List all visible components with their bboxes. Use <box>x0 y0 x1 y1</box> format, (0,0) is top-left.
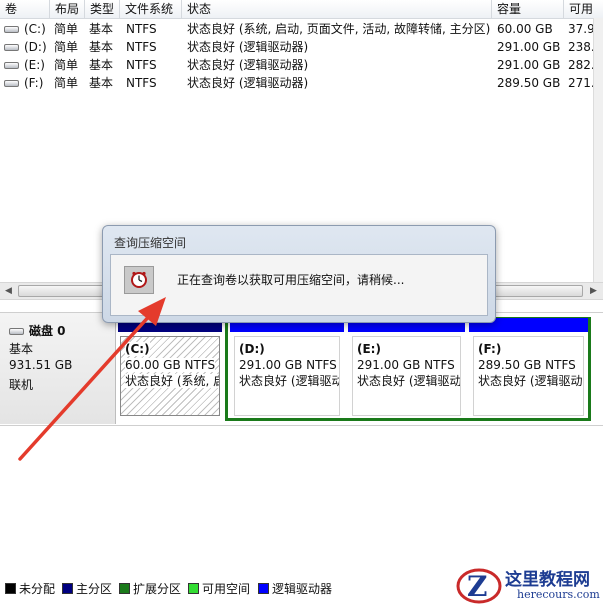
dialog-message: 正在查询卷以获取可用压缩空间，请稍候... <box>177 273 405 287</box>
legend-item-free-space: 可用空间 <box>188 580 250 598</box>
volume-cell: (D:) <box>4 38 50 56</box>
free-cell: 271.1 <box>568 76 594 90</box>
partition-body: (D:) 291.00 GB NTFS 状态良好 (逻辑驱动 <box>234 336 340 416</box>
volume-name: (F:) <box>24 76 44 90</box>
disk-name: 磁盘 0 <box>9 322 66 339</box>
dialog-content: 正在查询卷以获取可用压缩空间，请稍候... <box>110 254 488 316</box>
status-cell: 状态良好 (逻辑驱动器) <box>187 40 309 54</box>
volume-name: (C:) <box>24 22 46 36</box>
table-row[interactable]: (C:) 简单 基本 NTFS 状态良好 (系统, 启动, 页面文件, 活动, … <box>0 20 603 38</box>
legend-swatch <box>258 583 269 594</box>
legend-item-primary: 主分区 <box>62 580 112 598</box>
partition-e[interactable]: (E:) 291.00 GB NTFS 状态良好 (逻辑驱动 <box>348 318 465 420</box>
volume-name: (D:) <box>24 40 47 54</box>
column-header-type[interactable]: 类型 <box>85 0 120 18</box>
layout-cell: 简单 <box>54 40 79 54</box>
filesystem-cell: NTFS <box>126 40 157 54</box>
filesystem-cell: NTFS <box>126 76 157 90</box>
partition-label: (D:) <box>239 342 265 356</box>
volume-cell: (F:) <box>4 74 50 92</box>
disk-name-label: 磁盘 0 <box>29 324 66 338</box>
type-cell: 基本 <box>89 22 114 36</box>
partition-body: (F:) 289.50 GB NTFS 状态良好 (逻辑驱动 <box>473 336 584 416</box>
volume-name: (E:) <box>24 58 45 72</box>
partition-f[interactable]: (F:) 289.50 GB NTFS 状态良好 (逻辑驱动 <box>469 318 588 420</box>
partition-label: (E:) <box>357 342 381 356</box>
disk-graphical-view: 磁盘 0 基本 931.51 GB 联机 (C:) 60.00 GB NTFS … <box>0 300 603 580</box>
partition-body: (E:) 291.00 GB NTFS 状态良好 (逻辑驱动 <box>352 336 461 416</box>
volume-cell: (E:) <box>4 56 50 74</box>
disk-state: 联机 <box>9 378 34 392</box>
type-cell: 基本 <box>89 76 114 90</box>
dialog-title: 查询压缩空间 <box>114 236 187 250</box>
partition-label: (F:) <box>478 342 502 356</box>
free-cell: 238.8 <box>568 40 594 54</box>
partition-size: 60.00 GB NTFS <box>125 358 216 372</box>
type-cell: 基本 <box>89 58 114 72</box>
filesystem-cell: NTFS <box>126 22 157 36</box>
capacity-cell: 291.00 GB <box>497 58 561 72</box>
disk-info-panel[interactable]: 磁盘 0 基本 931.51 GB 联机 <box>0 313 116 424</box>
legend-swatch <box>119 583 130 594</box>
partition-status: 状态良好 (逻辑驱动 <box>478 374 583 388</box>
status-cell: 状态良好 (逻辑驱动器) <box>187 76 309 90</box>
svg-text:Z: Z <box>467 570 487 603</box>
volume-list-header: 卷 布局 类型 文件系统 状态 容量 可用 <box>0 0 603 19</box>
vertical-scrollbar[interactable] <box>593 18 603 282</box>
watermark-title: 这里教程网 <box>505 570 590 590</box>
column-header-capacity[interactable]: 容量 <box>492 0 564 18</box>
free-cell: 282.4 <box>568 58 594 72</box>
layout-cell: 简单 <box>54 76 79 90</box>
partition-status: 状态良好 (逻辑驱动 <box>239 374 340 388</box>
status-cell: 状态良好 (系统, 启动, 页面文件, 活动, 故障转储, 主分区) <box>187 22 491 36</box>
partition-size: 289.50 GB NTFS <box>478 358 576 372</box>
column-header-volume[interactable]: 卷 <box>0 0 50 18</box>
partition-size: 291.00 GB NTFS <box>357 358 455 372</box>
type-cell: 基本 <box>89 40 114 54</box>
capacity-cell: 289.50 GB <box>497 76 561 90</box>
column-header-filesystem[interactable]: 文件系统 <box>120 0 182 18</box>
capacity-cell: 60.00 GB <box>497 22 553 36</box>
legend-swatch <box>5 583 16 594</box>
disk-type: 基本 <box>9 342 34 356</box>
capacity-cell: 291.00 GB <box>497 40 561 54</box>
volume-drive-icon <box>4 44 19 51</box>
partition-size: 291.00 GB NTFS <box>239 358 337 372</box>
site-watermark: Z 这里教程网 herecours.com <box>455 565 603 606</box>
column-header-layout[interactable]: 布局 <box>50 0 85 18</box>
volume-drive-icon <box>4 62 19 69</box>
filesystem-cell: NTFS <box>126 58 157 72</box>
volume-drive-icon <box>4 26 19 33</box>
site-logo-icon: Z <box>456 568 502 604</box>
table-row[interactable]: (F:) 简单 基本 NTFS 状态良好 (逻辑驱动器) 289.50 GB 2… <box>0 74 603 92</box>
volume-cell: (C:) <box>4 20 50 38</box>
volume-drive-icon <box>4 80 19 87</box>
partition-body: (C:) 60.00 GB NTFS 状态良好 (系统, 启 <box>120 336 220 416</box>
partition-label: (C:) <box>125 342 150 356</box>
layout-cell: 简单 <box>54 58 79 72</box>
scroll-left-arrow-icon[interactable]: ◀ <box>1 284 16 298</box>
disk-size: 931.51 GB <box>9 358 73 372</box>
legend-item-unallocated: 未分配 <box>5 580 55 598</box>
query-shrink-dialog: 查询压缩空间 正在查询卷以获取可用压缩空间，请稍候... <box>102 225 496 323</box>
scroll-right-arrow-icon[interactable]: ▶ <box>586 284 601 298</box>
table-row[interactable]: (D:) 简单 基本 NTFS 状态良好 (逻辑驱动器) 291.00 GB 2… <box>0 38 603 56</box>
legend-item-logical-drive: 逻辑驱动器 <box>258 580 332 598</box>
legend-item-extended: 扩展分区 <box>119 580 181 598</box>
watermark-url: herecours.com <box>517 588 600 601</box>
column-header-free[interactable]: 可用 <box>564 0 603 18</box>
clock-icon <box>124 266 154 294</box>
column-header-status[interactable]: 状态 <box>182 0 492 18</box>
legend-swatch <box>188 583 199 594</box>
partition-d[interactable]: (D:) 291.00 GB NTFS 状态良好 (逻辑驱动 <box>230 318 344 420</box>
legend-swatch <box>62 583 73 594</box>
table-row[interactable]: (E:) 简单 基本 NTFS 状态良好 (逻辑驱动器) 291.00 GB 2… <box>0 56 603 74</box>
layout-cell: 简单 <box>54 22 79 36</box>
status-cell: 状态良好 (逻辑驱动器) <box>187 58 309 72</box>
partition-status: 状态良好 (逻辑驱动 <box>357 374 461 388</box>
partition-c[interactable]: (C:) 60.00 GB NTFS 状态良好 (系统, 启 <box>118 318 222 420</box>
disk-icon <box>9 328 24 335</box>
free-cell: 37.9 <box>568 22 594 36</box>
partition-status: 状态良好 (系统, 启 <box>125 373 219 389</box>
